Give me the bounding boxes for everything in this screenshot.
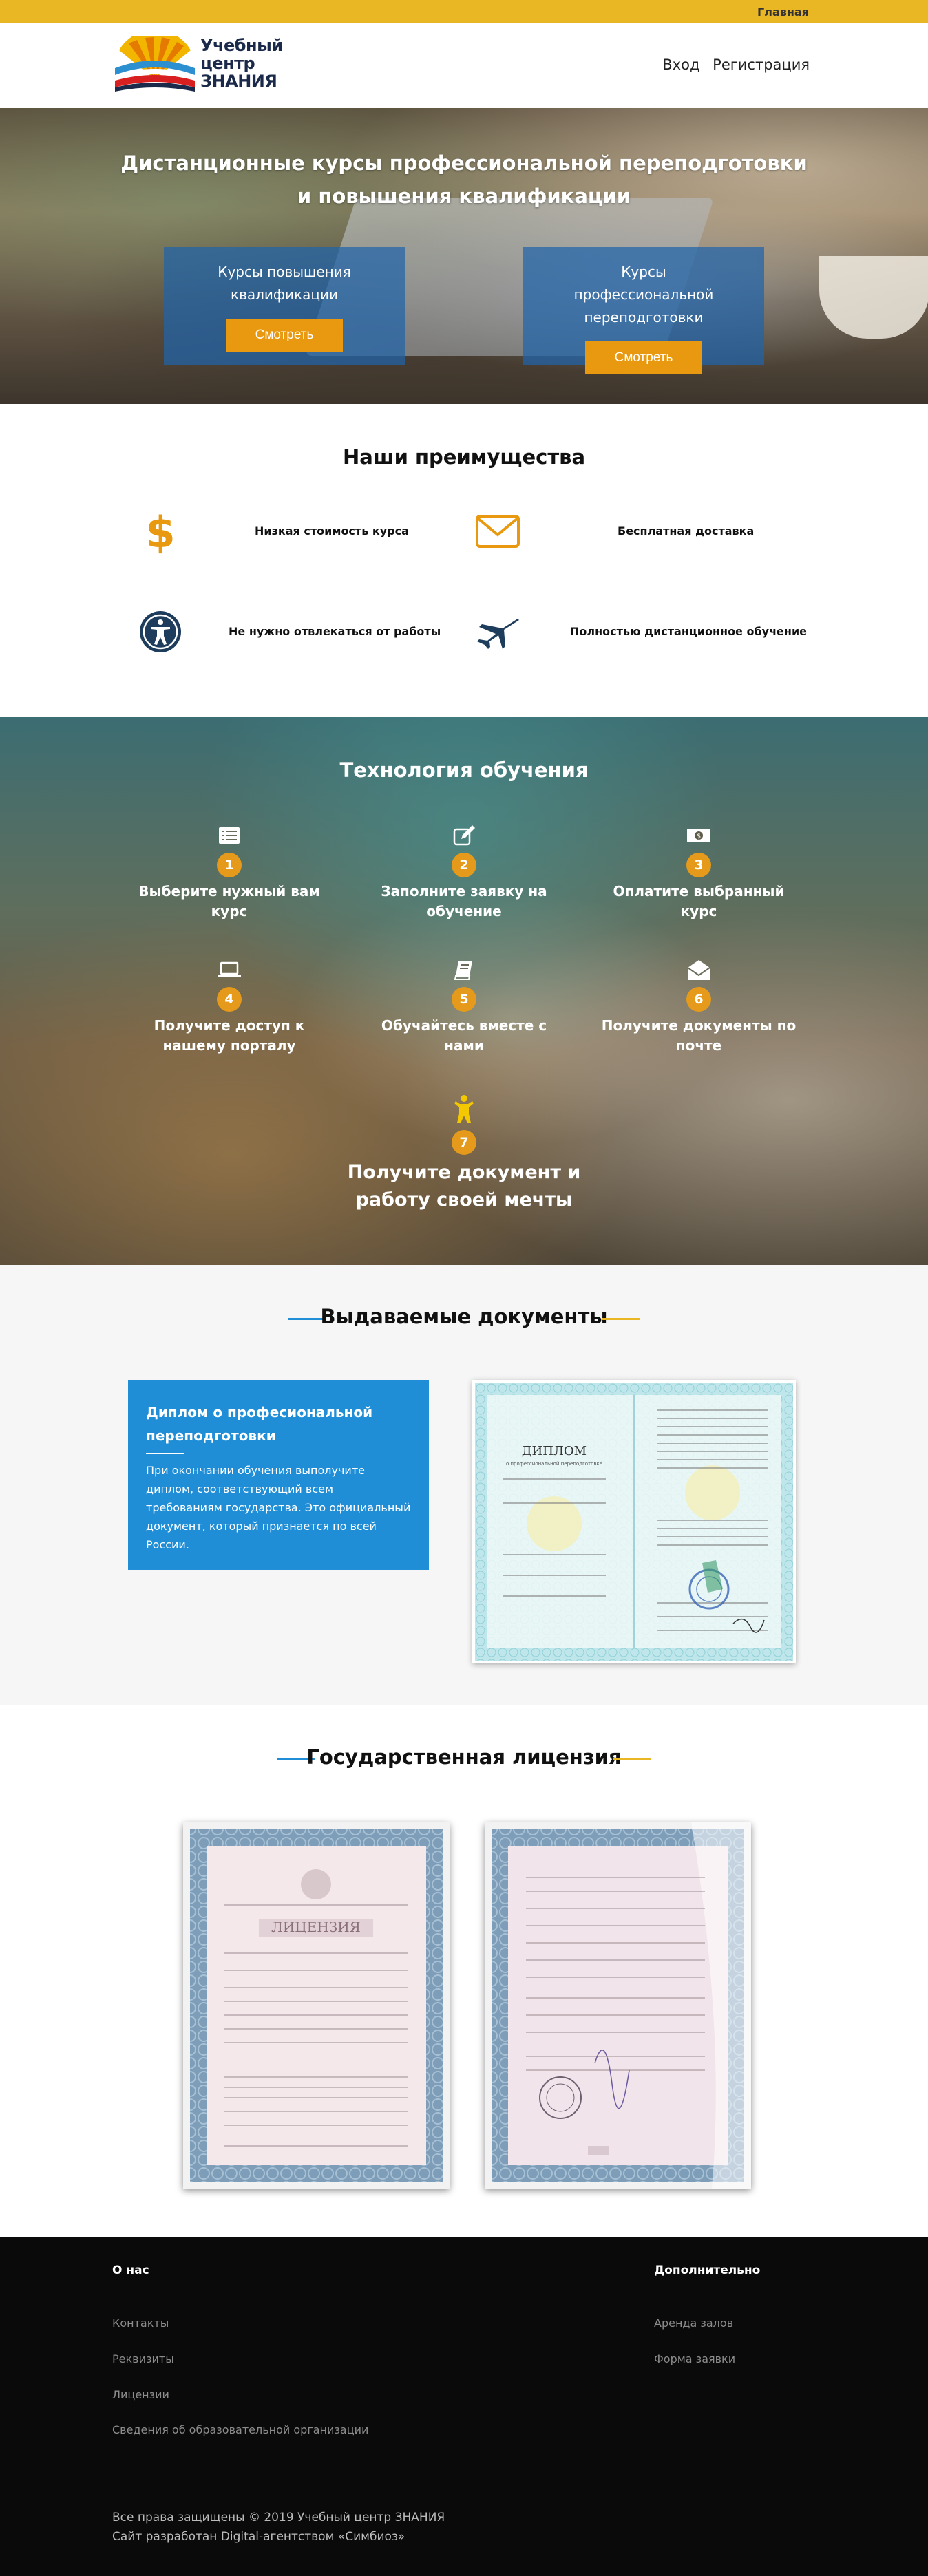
money-icon: $	[687, 829, 710, 842]
edit-icon	[453, 825, 475, 846]
logo-sun-book-icon	[115, 36, 195, 92]
advantages-section: Наши преимущества $ Низкая стоимость кур…	[0, 404, 928, 717]
svg-text:$: $	[147, 507, 174, 555]
footer-link-licenses[interactable]: Лицензии	[112, 2388, 169, 2401]
step-number: 5	[452, 987, 476, 1012]
title-line-right	[613, 1758, 651, 1760]
svg-text:$: $	[697, 833, 701, 840]
documents-title: Выдаваемые документы	[320, 1305, 608, 1328]
license-word: ЛИЦЕНЗИЯ	[271, 1919, 361, 1935]
footer-link-request-form[interactable]: Форма заявки	[654, 2352, 735, 2365]
diploma-card: Диплом о професиональной переподготовки …	[128, 1380, 429, 1570]
view-qualification-button[interactable]: Смотреть	[226, 319, 343, 352]
footer: О нас Контакты Реквизиты Лицензии Сведен…	[0, 2237, 928, 2576]
login-link[interactable]: Вход	[662, 56, 699, 73]
step-4: 4 Получите доступ к нашему порталу	[126, 958, 333, 1056]
envelope-open-icon	[687, 960, 710, 980]
diploma-subtitle-text: о профессиональной переподготовке	[506, 1461, 602, 1467]
hero-section: Дистанционные курсы профессиональной пер…	[0, 108, 928, 404]
diploma-card-divider	[146, 1453, 184, 1454]
step-2: 2 Заполните заявку на обучение	[361, 824, 567, 922]
logo-line-1: Учебный	[200, 36, 283, 55]
envelope-icon	[476, 515, 520, 548]
step-3: $ 3 Оплатите выбранный курс	[595, 824, 802, 922]
diploma-card-title: Диплом о професиональной переподготовки	[146, 1404, 373, 1444]
technology-section: Технология обучения 1 Выберите нужный ва…	[0, 717, 928, 1265]
footer-link-org-info[interactable]: Сведения об образовательной организации	[112, 2423, 368, 2436]
child-icon	[454, 1095, 474, 1123]
step-5: 5 Обучайтесь вместе с нами	[361, 958, 567, 1056]
book-icon	[454, 961, 472, 980]
step-text: Оплатите выбранный курс	[613, 883, 785, 919]
step-7: 7 Получите документ и работу своей мечты	[344, 1094, 584, 1214]
license-back-picture	[485, 1822, 751, 2189]
step-text: Обучайтесь вместе с нами	[381, 1017, 547, 1054]
footer-extra-title: Дополнительно	[654, 2264, 761, 2277]
step-6: 6 Получите документы по почте	[595, 958, 802, 1056]
hero-title: Дистанционные курсы профессиональной пер…	[120, 151, 808, 208]
logo[interactable]: Учебный центр ЗНАНИЯ	[114, 34, 293, 96]
home-link[interactable]: Главная	[757, 6, 809, 19]
title-line-right	[602, 1318, 640, 1320]
dollar-icon: $	[147, 507, 174, 555]
footer-developer: Сайт разработан Digital-агентством «Симб…	[112, 2530, 405, 2544]
hero-card-qualification: Курсы повышения квалификации Смотреть	[164, 247, 405, 365]
footer-link-requisites[interactable]: Реквизиты	[112, 2352, 174, 2365]
plane-icon	[477, 619, 519, 649]
step-1: 1 Выберите нужный вам курс	[126, 824, 333, 922]
footer-link-contacts[interactable]: Контакты	[112, 2317, 169, 2330]
diploma-image: ДИПЛОМ о профессиональной переподготовке	[472, 1380, 796, 1663]
main-nav: Вход Регистрация	[654, 56, 810, 73]
documents-section: Выдаваемые документы Диплом о професиона…	[0, 1265, 928, 1705]
step-text: Заполните заявку на обучение	[381, 883, 547, 919]
step-number: 6	[686, 987, 711, 1012]
hero-card-title: Курсы профессиональной переподготовки	[573, 264, 714, 326]
hero-card-title: Курсы повышения квалификации	[218, 264, 351, 303]
diploma-picture: ДИПЛОМ о профессиональной переподготовке	[475, 1383, 793, 1661]
step-number: 7	[452, 1130, 476, 1155]
license-front-picture: ЛИЦЕНЗИЯ	[183, 1822, 450, 2189]
top-bar: Главная	[0, 0, 928, 23]
step-number: 3	[686, 853, 711, 877]
logo-line-2: центр	[200, 54, 255, 73]
step-number: 4	[217, 987, 242, 1012]
license-title: Государственная лицензия	[306, 1745, 622, 1769]
list-icon	[219, 827, 240, 844]
view-retraining-button[interactable]: Смотреть	[585, 341, 702, 374]
step-text: Получите доступ к нашему порталу	[154, 1017, 305, 1054]
footer-about-title: О нас	[112, 2264, 149, 2277]
step-text: Получите документ и работу своей мечты	[347, 1162, 581, 1211]
header: Учебный центр ЗНАНИЯ Вход Регистрация	[0, 23, 928, 108]
hero-card-retraining: Курсы профессиональной переподготовки См…	[523, 247, 764, 374]
logo-text: Учебный центр ЗНАНИЯ	[200, 36, 283, 90]
logo-line-3: ЗНАНИЯ	[200, 72, 277, 91]
step-number: 1	[217, 853, 242, 877]
step-number: 2	[452, 853, 476, 877]
license-front-image: ЛИЦЕНЗИЯ	[183, 1822, 450, 2189]
license-section: Государственная лицензия ЛИЦЕНЗИЯ	[0, 1705, 928, 2237]
advantage-low-cost: Низкая стоимость курса	[255, 524, 409, 537]
technology-title: Технология обучения	[339, 758, 589, 782]
hero-cup-image	[819, 256, 928, 339]
footer-link-hall-rental[interactable]: Аренда залов	[654, 2317, 733, 2330]
advantage-free-delivery: Бесплатная доставка	[618, 524, 755, 537]
diploma-header-text: ДИПЛОМ	[522, 1444, 587, 1458]
laptop-icon	[218, 961, 241, 977]
step-text: Получите документы по почте	[601, 1017, 797, 1054]
license-back-image	[485, 1822, 751, 2189]
register-link[interactable]: Регистрация	[713, 56, 810, 73]
advantage-remote: Полностью дистанционное обучение	[570, 625, 808, 638]
advantage-no-distraction: Не нужно отвлекаться от работы	[229, 625, 441, 638]
accessibility-icon	[140, 611, 181, 652]
footer-copyright: Все права защищены © 2019 Учебный центр …	[112, 2511, 445, 2524]
diploma-card-text: При окончании обучения выполучите диплом…	[146, 1464, 411, 1551]
advantages-title: Наши преимущества	[342, 445, 586, 469]
step-text: Выберите нужный вам курс	[138, 883, 320, 919]
